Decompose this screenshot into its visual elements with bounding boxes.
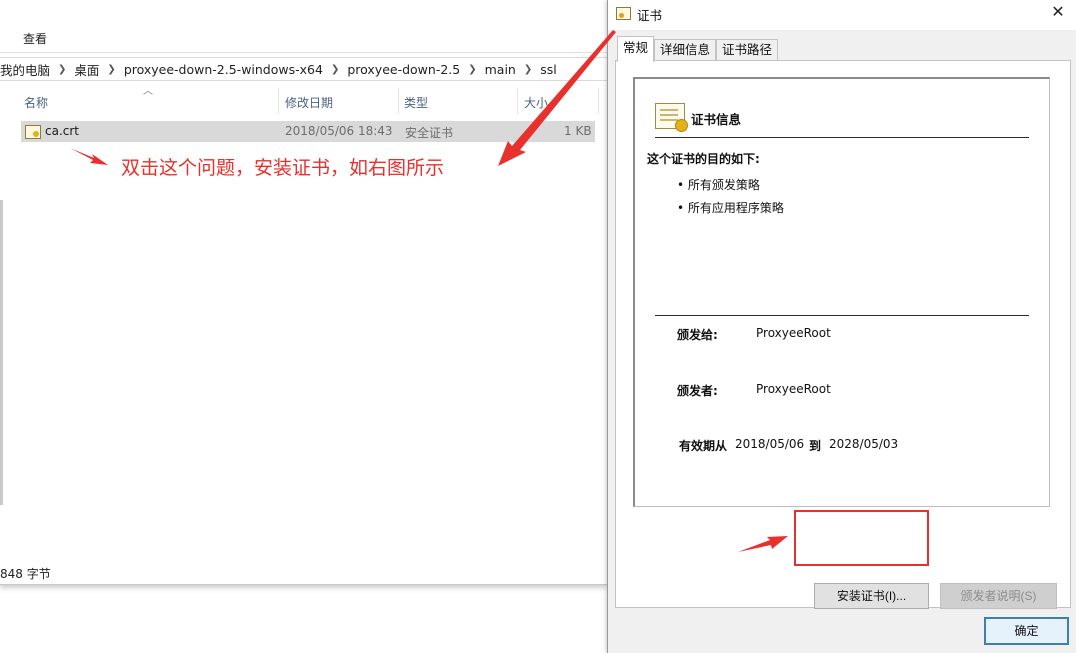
column-divider[interactable] (278, 88, 279, 114)
column-divider[interactable] (598, 88, 599, 114)
column-divider[interactable] (517, 88, 518, 114)
file-modified: 2018/05/06 18:43 (285, 124, 393, 138)
breadcrumb-proxyee-2-5[interactable]: proxyee-down-2.5 (343, 62, 464, 77)
column-header-size[interactable]: 大小 (524, 94, 548, 111)
certificate-icon (616, 7, 631, 20)
certificate-file-icon (25, 125, 41, 142)
column-header-type[interactable]: 类型 (404, 94, 428, 111)
file-name: ca.crt (45, 124, 80, 138)
ok-button[interactable]: 确定 (984, 617, 1069, 645)
file-type: 安全证书 (405, 126, 454, 140)
breadcrumb-chevron-icon[interactable]: ❯ (103, 64, 119, 75)
column-header-row: 名称 修改日期 类型 大小 (0, 88, 600, 116)
ribbon-divider (0, 52, 607, 53)
certificate-info-box: 证书信息 这个证书的目的如下: • 所有颁发策略 • 所有应用程序策略 颁发给:… (633, 77, 1050, 507)
dialog-tabs: 常规 详细信息 证书路径 (617, 36, 779, 62)
breadcrumb-this-pc[interactable]: 我的电脑 (0, 60, 54, 79)
column-header-name[interactable]: 名称 (24, 94, 48, 111)
breadcrumb-ssl[interactable]: ssl (536, 62, 561, 77)
breadcrumb-desktop[interactable]: 桌面 (70, 60, 103, 79)
navigation-pane-scrollbar[interactable] (0, 200, 3, 505)
status-bar-selection-size: 848 字节 (0, 567, 51, 581)
breadcrumb-proxyee-x64[interactable]: proxyee-down-2.5-windows-x64 (120, 62, 327, 77)
breadcrumb-chevron-icon[interactable]: ❯ (327, 64, 343, 75)
dialog-title: 证书 (637, 8, 663, 23)
divider (655, 137, 1029, 138)
column-header-modified[interactable]: 修改日期 (285, 94, 333, 111)
address-bar[interactable]: 我的电脑 ❯ 桌面 ❯ proxyee-down-2.5-windows-x64… (0, 57, 607, 81)
breadcrumb-chevron-icon[interactable]: ❯ (520, 64, 536, 75)
close-icon[interactable]: ✕ (1049, 3, 1067, 21)
highlight-box (794, 510, 929, 566)
issued-by-label: 颁发者: (677, 384, 718, 398)
file-row-ca-crt[interactable]: ca.crt 2018/05/06 18:43 安全证书 1 KB (21, 121, 595, 142)
instruction-annotation: 双击这个问题，安装证书，如右图所示 (121, 157, 445, 179)
breadcrumb-main[interactable]: main (481, 62, 520, 77)
tab-general[interactable]: 常规 (617, 36, 655, 62)
purpose-label: 这个证书的目的如下: (647, 152, 760, 166)
issuer-statement-button[interactable]: 颁发者说明(S) (940, 583, 1057, 609)
ribbon-tab-view[interactable]: 查看 (23, 30, 47, 47)
valid-from-value: 2018/05/06 (735, 437, 805, 451)
purpose-item: • 所有应用程序策略 (677, 201, 784, 215)
install-certificate-button[interactable]: 安装证书(I)... (814, 583, 929, 609)
breadcrumb-chevron-icon[interactable]: ❯ (464, 64, 480, 75)
issued-to-value: ProxyeeRoot (756, 326, 831, 340)
file-size: 1 KB (564, 124, 592, 138)
tab-certification-path[interactable]: 证书路径 (716, 39, 779, 61)
file-explorer-window: 查看 我的电脑 ❯ 桌面 ❯ proxyee-down-2.5-windows-… (0, 0, 607, 585)
valid-to-label: 到 (809, 439, 822, 453)
tab-details[interactable]: 详细信息 (654, 39, 717, 61)
dialog-titlebar[interactable]: 证书 ✕ (608, 0, 1076, 30)
breadcrumb-chevron-icon[interactable]: ❯ (54, 64, 70, 75)
valid-from-label: 有效期从 (679, 439, 728, 453)
column-divider[interactable] (398, 88, 399, 114)
certificate-info-icon (655, 103, 688, 132)
purpose-item: • 所有颁发策略 (677, 178, 760, 192)
certificate-info-title: 证书信息 (691, 112, 742, 127)
issued-by-value: ProxyeeRoot (756, 382, 831, 396)
issued-to-label: 颁发给: (677, 328, 718, 342)
divider (655, 315, 1029, 316)
valid-to-value: 2028/05/03 (829, 437, 899, 451)
